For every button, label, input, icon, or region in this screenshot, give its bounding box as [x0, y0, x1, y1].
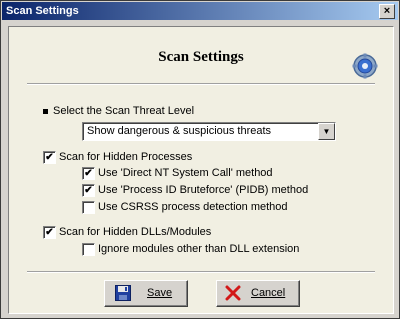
- pidb-checkbox[interactable]: ✔: [82, 184, 95, 197]
- ignore-modules-label[interactable]: Ignore modules other than DLL extension: [98, 242, 299, 256]
- dialog-content: Scan Settings Select the Scan Threat Lev…: [8, 26, 394, 314]
- cancel-button-label: Cancel: [251, 287, 286, 299]
- ignore-modules-checkbox[interactable]: [82, 243, 95, 256]
- hidden-processes-checkbox[interactable]: ✔: [43, 151, 56, 164]
- bullet: [43, 109, 48, 114]
- chevron-down-icon[interactable]: ▼: [318, 123, 335, 140]
- page-title: Scan Settings: [158, 49, 244, 65]
- threat-level-select[interactable]: Show dangerous & suspicious threats ▼: [82, 122, 336, 141]
- pidb-label[interactable]: Use 'Process ID Bruteforce' (PIDB) metho…: [98, 183, 308, 197]
- csrss-label[interactable]: Use CSRSS process detection method: [98, 200, 288, 214]
- scan-settings-dialog: Scan Settings × Scan Settings Select the…: [0, 0, 400, 319]
- cancel-button[interactable]: Cancel: [216, 280, 300, 307]
- title-bar[interactable]: Scan Settings ×: [2, 2, 398, 20]
- hidden-processes-label[interactable]: Scan for Hidden Processes: [59, 150, 192, 164]
- settings-gear-icon: [352, 53, 378, 79]
- floppy-disk-icon: [115, 285, 131, 301]
- direct-nt-label[interactable]: Use 'Direct NT System Call' method: [98, 166, 273, 180]
- close-button[interactable]: ×: [379, 4, 395, 19]
- save-button[interactable]: Save: [104, 280, 188, 307]
- window-title: Scan Settings: [6, 5, 79, 17]
- bottom-divider: [27, 271, 375, 273]
- threat-level-label: Select the Scan Threat Level: [53, 105, 195, 117]
- top-divider: [27, 83, 375, 85]
- red-x-icon: [225, 285, 241, 301]
- csrss-checkbox[interactable]: [82, 201, 95, 214]
- direct-nt-checkbox[interactable]: ✔: [82, 167, 95, 180]
- hidden-modules-label[interactable]: Scan for Hidden DLLs/Modules: [59, 225, 211, 239]
- save-button-label: Save: [147, 287, 173, 299]
- threat-level-value: Show dangerous & suspicious threats: [87, 125, 272, 137]
- hidden-modules-checkbox[interactable]: ✔: [43, 226, 56, 239]
